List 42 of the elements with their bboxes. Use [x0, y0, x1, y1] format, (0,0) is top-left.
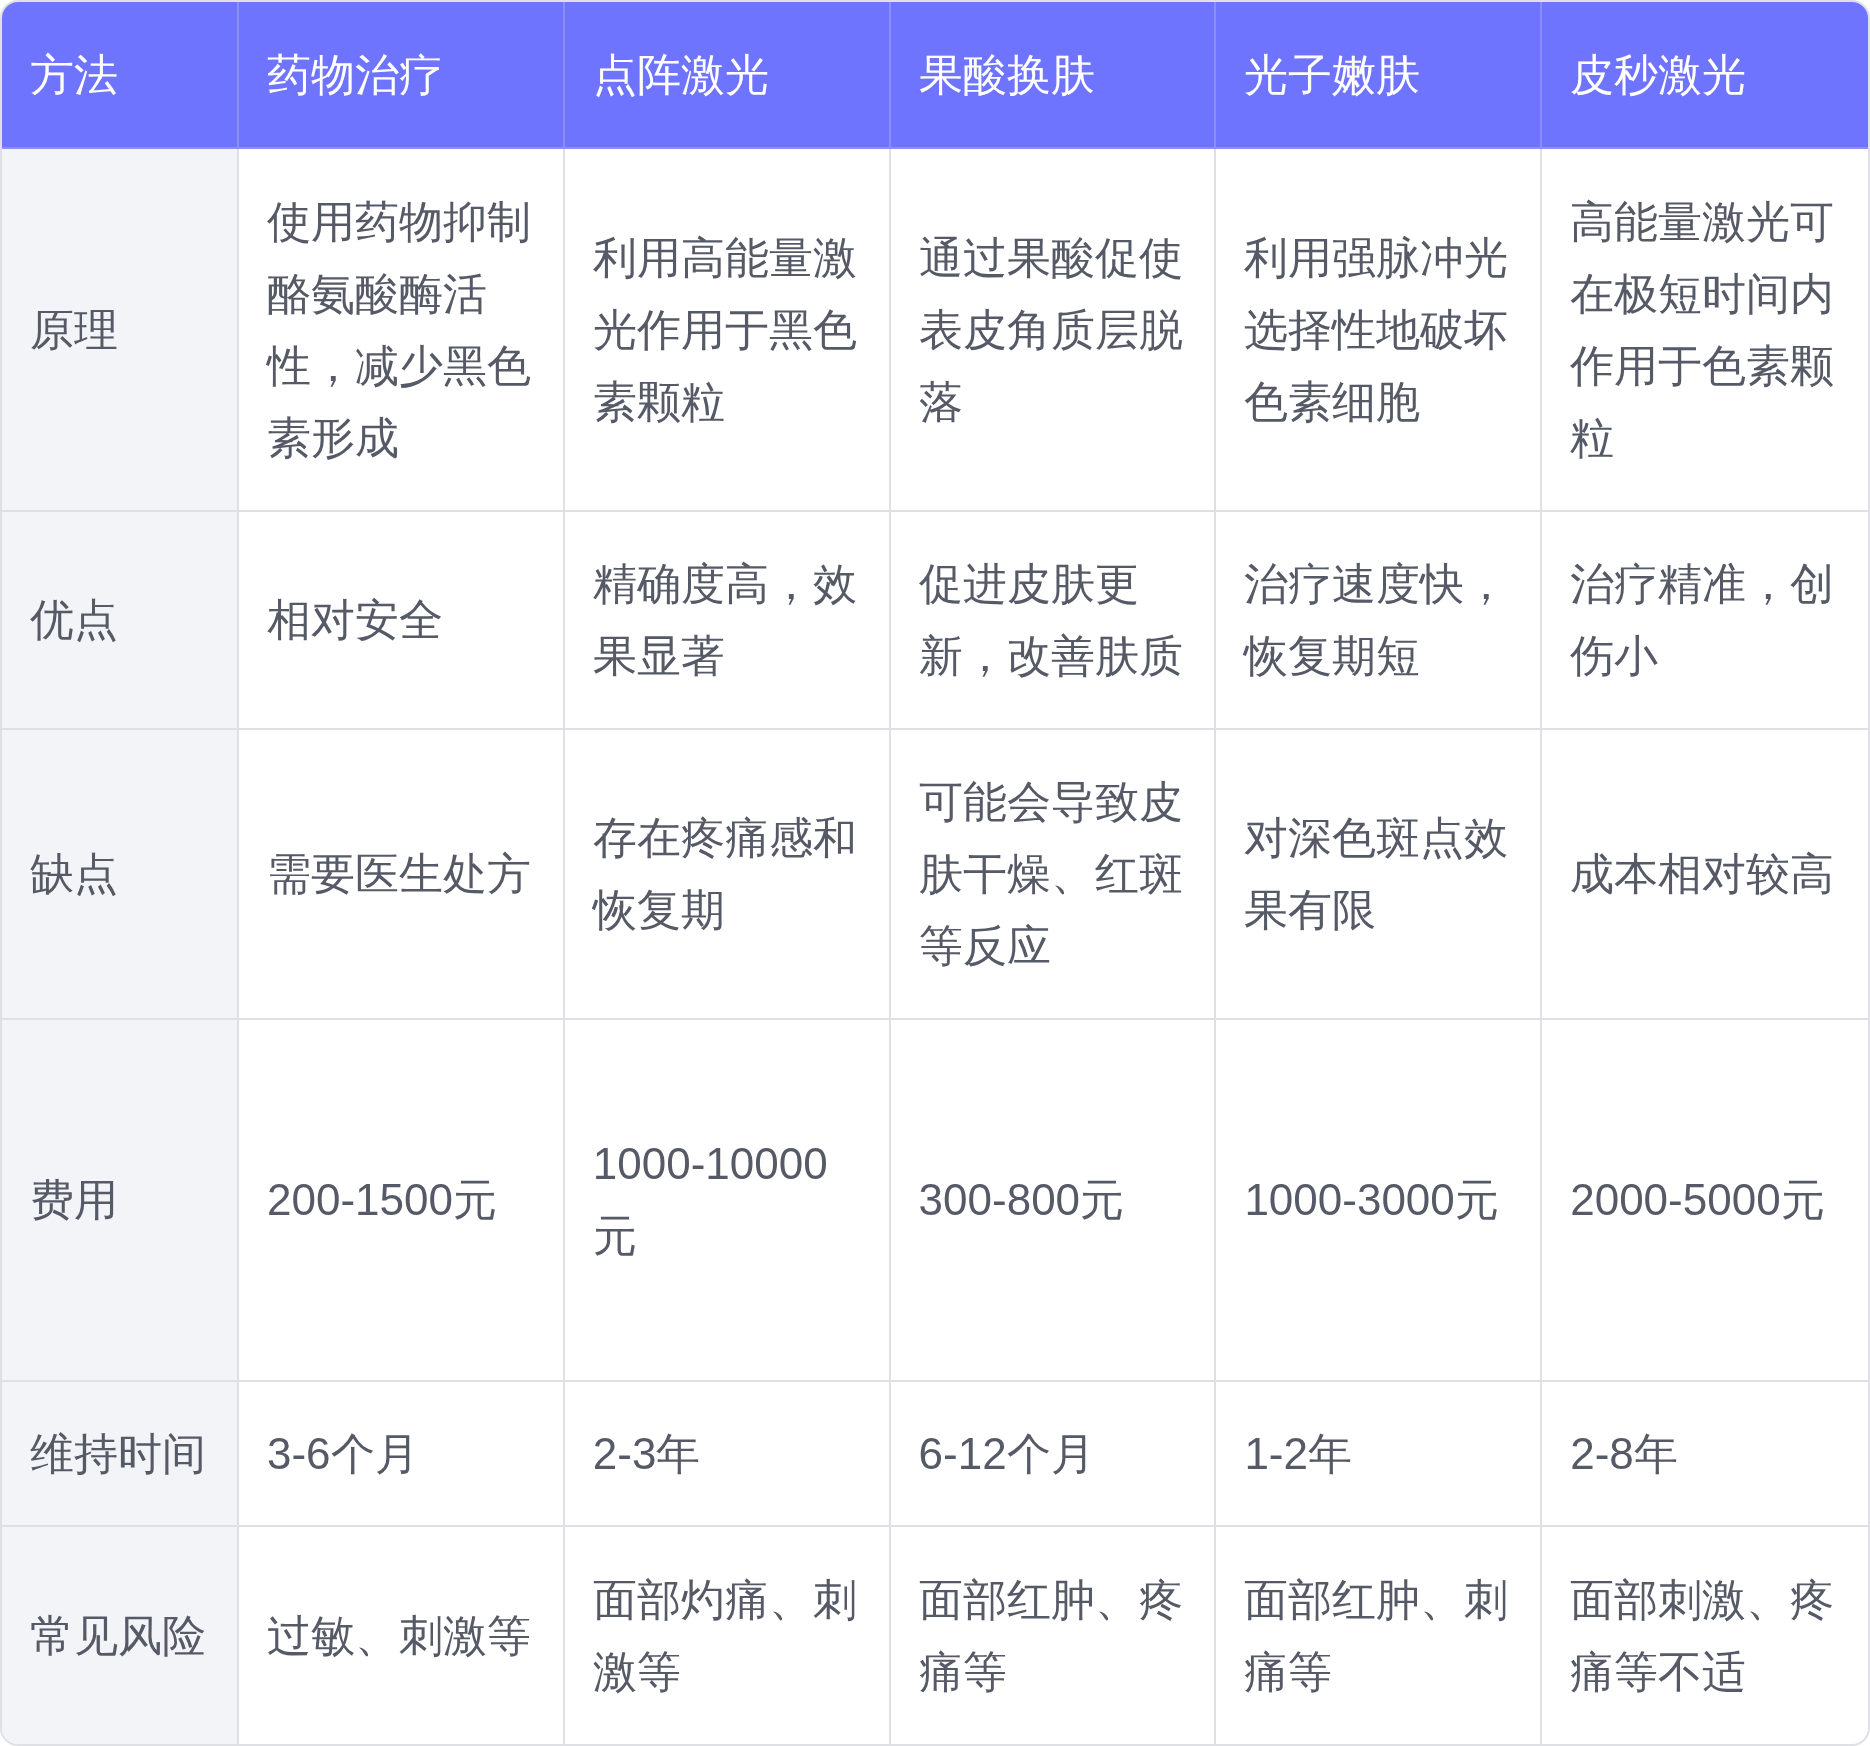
table-cell: 2-3年	[564, 1382, 891, 1527]
header-cell: 光子嫩肤	[1216, 2, 1543, 149]
header-cell: 皮秒激光	[1542, 2, 1868, 149]
table-cell: 可能会导致皮肤干燥、红斑等反应	[890, 730, 1217, 1020]
table-cell: 面部灼痛、刺激等	[564, 1527, 891, 1744]
table-cell: 利用强脉冲光选择性地破坏色素细胞	[1216, 149, 1543, 512]
table-cell: 300-800元	[890, 1020, 1217, 1382]
table-cell: 利用高能量激光作用于黑色素颗粒	[564, 149, 891, 512]
table-cell: 通过果酸促使表皮角质层脱落	[890, 149, 1217, 512]
table-cell: 需要医生处方	[239, 730, 565, 1020]
table-cell: 对深色斑点效果有限	[1216, 730, 1543, 1020]
table-cell: 面部红肿、疼痛等	[890, 1527, 1217, 1744]
table-cell-text: 面部刺激、疼痛等不适	[1569, 1574, 1836, 1698]
header-cell: 方法	[2, 2, 239, 149]
table-cell: 使用药物抑制酪氨酸酶活性，减少黑色素形成	[239, 149, 565, 512]
table-cell: 成本相对较高	[1542, 730, 1868, 1020]
table-cell: 存在疼痛感和恢复期	[564, 730, 891, 1020]
row-header-cell: 常见风险	[2, 1527, 239, 1744]
header-cell: 点阵激光	[564, 2, 891, 149]
table-cell: 相对安全	[239, 512, 565, 730]
row-header-cell: 费用	[2, 1020, 239, 1382]
table-cell: 治疗速度快，恢复期短	[1216, 512, 1543, 730]
header-cell: 药物治疗	[239, 2, 565, 149]
table-cell: 200-1500元	[239, 1020, 565, 1382]
table-cell: 2000-5000元	[1542, 1020, 1868, 1382]
table-cell: 2-8年	[1542, 1382, 1868, 1527]
table-cell: 过敏、刺激等	[239, 1527, 565, 1744]
table-cell: 高能量激光可在极短时间内作用于色素颗粒	[1542, 149, 1868, 512]
row-header-cell: 缺点	[2, 730, 239, 1020]
header-cell: 果酸换肤	[890, 2, 1217, 149]
row-header-cell: 原理	[2, 149, 239, 512]
table-cell: 面部红肿、刺痛等	[1216, 1527, 1543, 1744]
table-cell: 3-6个月	[239, 1382, 565, 1527]
row-header-cell: 维持时间	[2, 1382, 239, 1527]
table-cell: 1000-3000元	[1216, 1020, 1543, 1382]
table-cell: 1000-10000元	[564, 1020, 891, 1382]
table-cell: 精确度高，效果显著	[564, 512, 891, 730]
table-cell: 治疗精准，创伤小	[1542, 512, 1868, 730]
table-cell: 1-2年	[1216, 1382, 1543, 1527]
table-cell: 6-12个月	[890, 1382, 1217, 1527]
table-cell: 促进皮肤更新，改善肤质	[890, 512, 1217, 730]
row-header-cell: 优点	[2, 512, 239, 730]
